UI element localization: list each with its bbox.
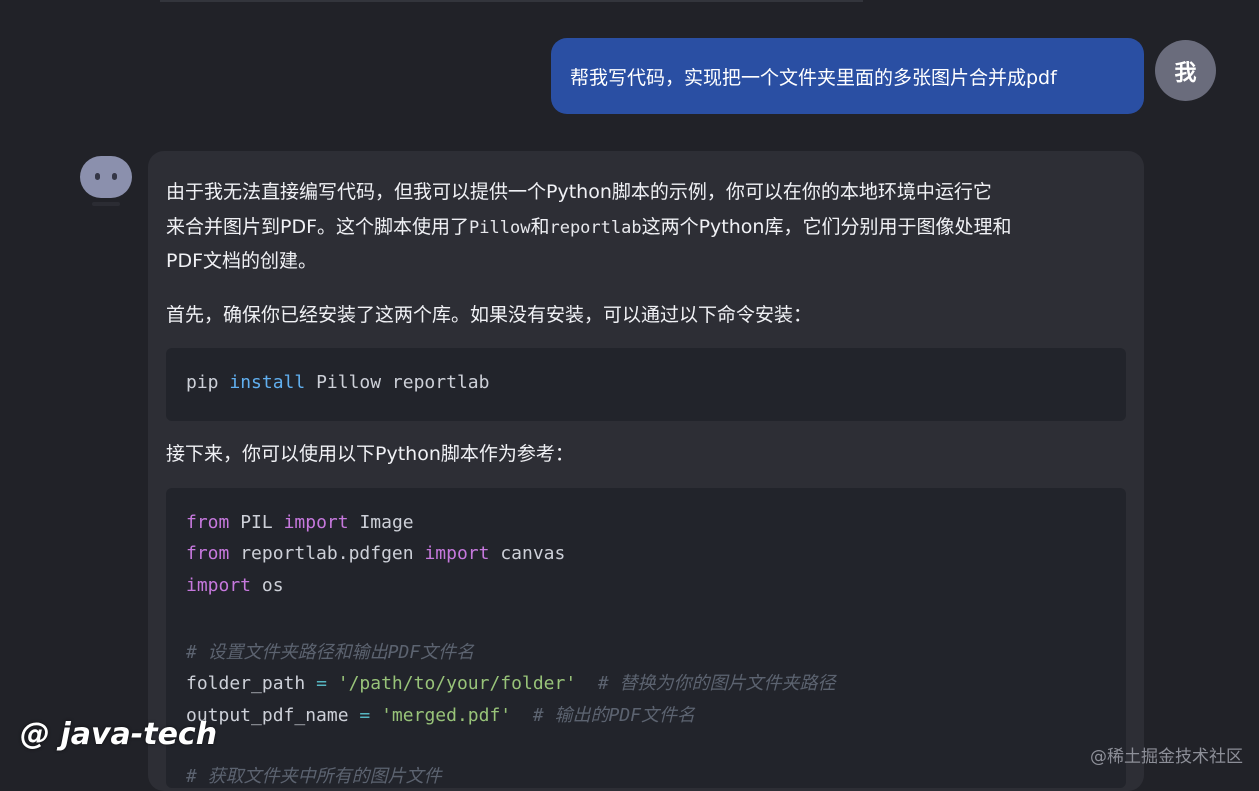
code-token: # 输出的PDF文件名: [532, 705, 696, 726]
code-token: import: [424, 543, 490, 564]
avatar-eye-left: [95, 173, 100, 180]
user-message-bubble: 帮我写代码，实现把一个文件夹里面的多张图片合并成pdf: [551, 38, 1144, 114]
user-message-text: 帮我写代码，实现把一个文件夹里面的多张图片合并成pdf: [570, 66, 1057, 89]
assistant-paragraph-1-line-1: 由于我无法直接编写代码，但我可以提供一个Python脚本的示例，你可以在你的本地…: [166, 181, 992, 203]
code-token: import: [283, 512, 349, 533]
code-token: Pillow reportlab: [316, 372, 490, 393]
assistant-paragraph-3: 接下来，你可以使用以下Python脚本作为参考：: [166, 443, 574, 465]
code-token: pip: [186, 372, 219, 393]
assistant-paragraph-2: 首先，确保你已经安装了这两个库。如果没有安装，可以通过以下命令安装：: [166, 304, 813, 326]
code-token: canvas: [500, 543, 566, 564]
install-command-line: pip install Pillow reportlab: [186, 372, 489, 393]
code-token: install: [229, 372, 306, 393]
code-token: from: [186, 512, 230, 533]
text-segment: 和: [530, 216, 550, 238]
code-token: os: [261, 575, 284, 596]
code-token: folder_path: [186, 673, 306, 694]
avatar-shadow: [92, 202, 120, 206]
assistant-paragraph-1-line-3: PDF文档的创建。: [166, 250, 318, 272]
assistant-paragraph-1-line-2: 来合并图片到PDF。这个脚本使用了Pillow和reportlab这两个Pyth…: [166, 212, 1011, 239]
code-token: =: [359, 705, 371, 726]
watermark-site: @稀土掘金技术社区: [1090, 747, 1243, 767]
code-token: from: [186, 543, 230, 564]
code-token: =: [316, 673, 327, 694]
code-line-9-comment: # 获取文件夹中所有的图片文件: [186, 766, 442, 787]
code-token: import: [186, 575, 252, 596]
watermark-author: @ java-tech: [20, 717, 218, 752]
code-token: # 替换为你的图片文件夹路径: [597, 673, 836, 694]
assistant-avatar-icon: [80, 156, 132, 198]
text-segment: 这两个Python库，它们分别用于图像处理和: [641, 216, 1012, 238]
code-token: 'merged.pdf': [381, 705, 512, 726]
code-token: reportlab.pdfgen: [240, 543, 414, 564]
code-line-6: folder_path = '/path/to/your/folder' # 替…: [186, 669, 836, 695]
code-token: '/path/to/your/folder': [337, 673, 577, 694]
inline-code-reportlab: reportlab: [549, 218, 642, 238]
code-line-2: from reportlab.pdfgen import canvas: [186, 543, 565, 564]
code-line-3: import os: [186, 575, 284, 596]
code-line-1: from PIL import Image: [186, 512, 414, 533]
inline-code-pillow: Pillow: [469, 218, 531, 238]
code-token: Image: [359, 512, 414, 533]
code-line-5-comment: # 设置文件夹路径和输出PDF文件名: [186, 642, 475, 663]
previous-message-edge: [160, 0, 863, 2]
code-token: PIL: [240, 512, 273, 533]
user-avatar[interactable]: 我: [1155, 40, 1216, 101]
text-segment: 来合并图片到PDF。这个脚本使用了: [166, 216, 470, 238]
avatar-eye-right: [112, 173, 117, 180]
code-line-7: output_pdf_name = 'merged.pdf' # 输出的PDF文…: [186, 701, 695, 727]
user-avatar-text: 我: [1174, 60, 1197, 86]
